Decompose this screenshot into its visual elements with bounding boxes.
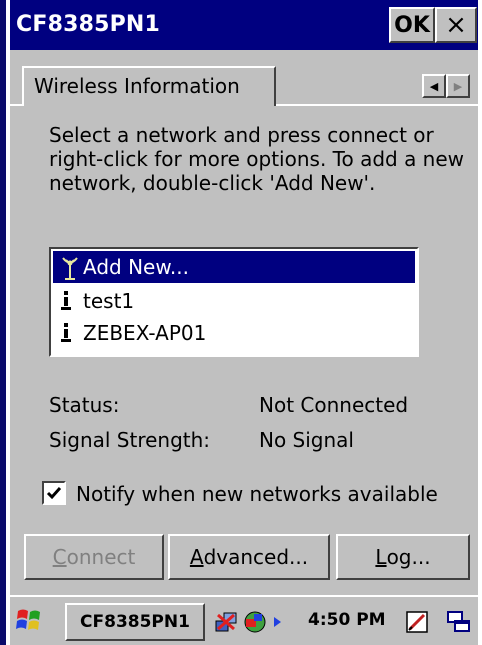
close-button[interactable]: × <box>435 7 477 43</box>
play-arrow-icon[interactable] <box>270 609 284 635</box>
taskbar-window-button[interactable]: CF8385PN1 <box>65 603 205 641</box>
list-item-label: Add New... <box>83 255 189 279</box>
input-panel-icon[interactable] <box>404 609 430 635</box>
tab-scroll-left-button[interactable]: ◀ <box>422 74 446 98</box>
instructions-text: Select a network and press connect or ri… <box>49 123 465 195</box>
title-bar: CF8385PN1 OK × <box>10 0 478 50</box>
taskbar: CF8385PN1 4:50 PM <box>10 595 478 645</box>
status-label: Status: <box>49 393 120 417</box>
advanced-button[interactable]: Advanced... <box>168 534 330 580</box>
network-icon <box>53 319 83 347</box>
ok-button[interactable]: OK <box>389 7 435 43</box>
checkmark-icon <box>46 487 62 500</box>
network-list[interactable]: Add New... test1 ZEBEX-AP01 <box>49 247 419 357</box>
connection-globe-icon[interactable] <box>242 609 268 635</box>
log-button[interactable]: Log... <box>336 534 470 580</box>
system-tray: 4:50 PM <box>208 603 478 641</box>
connect-mnemonic: C <box>52 545 67 569</box>
network-status-icon[interactable] <box>214 609 240 635</box>
dialog-body: Wireless Information ◀ ▶ Select a networ… <box>10 50 478 595</box>
tab-scroll-right-button[interactable]: ▶ <box>446 74 470 98</box>
connect-button[interactable]: Connect <box>24 534 164 580</box>
windows-flag-icon[interactable] <box>14 605 44 635</box>
network-icon <box>53 287 83 315</box>
list-item-zebex-ap01[interactable]: ZEBEX-AP01 <box>53 317 206 349</box>
list-item-label: ZEBEX-AP01 <box>83 321 207 345</box>
signal-strength-label: Signal Strength: <box>49 428 211 452</box>
list-item-test1[interactable]: test1 <box>53 285 134 317</box>
list-item-label: test1 <box>83 289 135 313</box>
connect-label: onnect <box>66 545 136 569</box>
signal-strength-value: No Signal <box>259 428 354 452</box>
notify-checkbox[interactable] <box>42 481 66 505</box>
log-mnemonic: L <box>375 545 387 569</box>
window-title: CF8385PN1 <box>16 12 161 37</box>
list-item-add-new[interactable]: Add New... <box>53 251 415 283</box>
tab-wireless-information[interactable]: Wireless Information <box>22 66 276 106</box>
status-value: Not Connected <box>259 393 409 417</box>
log-label: og... <box>386 545 431 569</box>
advanced-mnemonic: A <box>189 545 204 569</box>
antenna-icon <box>53 253 83 281</box>
device-screen: CF8385PN1 OK × Wireless Information ◀ ▶ … <box>0 0 482 645</box>
advanced-label: dvanced... <box>203 545 309 569</box>
desktop-windows-icon[interactable] <box>446 609 472 635</box>
screen-edge-right <box>478 0 482 645</box>
notify-checkbox-label[interactable]: Notify when new networks available <box>76 482 438 506</box>
clock[interactable]: 4:50 PM <box>308 610 386 630</box>
